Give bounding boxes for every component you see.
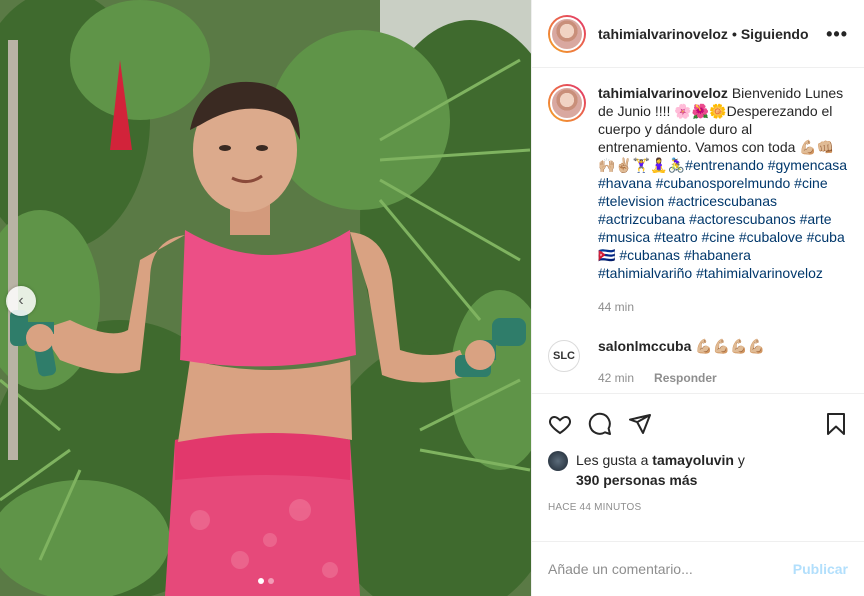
carousel-dot xyxy=(267,578,274,584)
avatar[interactable] xyxy=(548,14,586,53)
hashtag-link[interactable]: #tahimialvarinoveloz xyxy=(696,265,823,281)
hashtag-link[interactable]: #television xyxy=(598,193,664,209)
chevron-left-icon: ‹ xyxy=(18,292,24,309)
profile-picture xyxy=(550,86,584,120)
hashtag-link[interactable]: #cine xyxy=(794,175,827,191)
fitness-photo-illustration xyxy=(0,0,531,596)
post-photo[interactable]: ‹ xyxy=(0,0,531,596)
like-heart-icon[interactable] xyxy=(548,412,572,436)
caption-body: tahimialvarinoveloz Bienvenido Lunes de … xyxy=(598,84,848,316)
avatar[interactable] xyxy=(548,84,586,122)
liker-username[interactable]: tamayoluvin xyxy=(652,452,734,468)
add-comment-bar: Publicar xyxy=(532,541,864,596)
commenter-avatar[interactable]: SLC xyxy=(548,340,580,372)
action-bar xyxy=(548,404,848,444)
caption-timestamp[interactable]: 44 min xyxy=(598,298,848,316)
post-header: tahimialvarinoveloz • Siguiendo ••• xyxy=(532,0,864,68)
save-bookmark-icon[interactable] xyxy=(824,412,848,436)
hashtag-link[interactable]: #tahimialvariño xyxy=(598,265,692,281)
comment-timestamp[interactable]: 42 min xyxy=(598,371,634,385)
likes-summary: Les gusta a tamayoluvin y 390 personas m… xyxy=(548,450,848,490)
likes-text: Les gusta a tamayoluvin y 390 personas m… xyxy=(576,450,745,490)
post-timestamp[interactable]: HACE 44 MINUTOS xyxy=(548,502,848,513)
hashtag-link[interactable]: #entrenando xyxy=(685,157,764,173)
hashtag-link[interactable]: #cine xyxy=(702,229,735,245)
profile-picture xyxy=(550,16,584,51)
post-details-panel: tahimialvarinoveloz • Siguiendo ••• tahi… xyxy=(531,0,864,596)
hashtag-link[interactable]: #cubanosporelmundo xyxy=(656,175,791,191)
hashtag-link[interactable]: #teatro xyxy=(654,229,698,245)
hashtag-link[interactable]: #havana xyxy=(598,175,652,191)
caption: tahimialvarinoveloz Bienvenido Lunes de … xyxy=(548,84,848,316)
hashtag-link[interactable]: #habanera xyxy=(684,247,751,263)
hashtag-link[interactable]: #cubalove xyxy=(739,229,803,245)
likes-conjunction: y xyxy=(737,452,745,468)
caption-username[interactable]: tahimialvarinoveloz xyxy=(598,85,728,101)
liker-avatar[interactable] xyxy=(548,451,568,471)
comment-meta: 42 min Responder xyxy=(598,371,765,385)
hashtag-link[interactable]: #actricescubanas xyxy=(668,193,777,209)
comments-section[interactable]: tahimialvarinoveloz Bienvenido Lunes de … xyxy=(532,68,864,393)
publish-button[interactable]: Publicar xyxy=(793,561,848,577)
carousel-indicator xyxy=(0,578,531,584)
hashtag-link[interactable]: #musica xyxy=(598,229,650,245)
share-paper-plane-icon[interactable] xyxy=(628,412,652,436)
comment-username[interactable]: salonlmccuba xyxy=(598,338,691,354)
header-username[interactable]: tahimialvarinoveloz xyxy=(598,26,728,42)
instagram-post: ‹ tahimialvarinoveloz • Siguiendo ••• ta… xyxy=(0,0,864,596)
previous-photo-button[interactable]: ‹ xyxy=(6,286,36,316)
likes-prefix: Les gusta a xyxy=(576,452,649,468)
comment-body: salonlmccuba 💪🏼💪🏼💪🏼💪🏼 42 min Responder xyxy=(598,338,765,385)
comment-input[interactable] xyxy=(548,561,793,577)
reply-button[interactable]: Responder xyxy=(654,371,717,385)
separator-dot: • xyxy=(731,25,737,42)
comment-item: SLC salonlmccuba 💪🏼💪🏼💪🏼💪🏼 42 min Respond… xyxy=(548,338,848,385)
more-options-icon[interactable]: ••• xyxy=(826,25,848,43)
comment-bubble-icon[interactable] xyxy=(588,412,612,436)
post-actions: Les gusta a tamayoluvin y 390 personas m… xyxy=(532,393,864,541)
hashtag-link[interactable]: #gymencasa xyxy=(768,157,847,173)
hashtag-link[interactable]: #actrizcubana xyxy=(598,211,685,227)
likes-count-link[interactable]: 390 personas más xyxy=(576,472,697,488)
carousel-dot xyxy=(257,578,264,584)
hashtag-link[interactable]: #cubanas xyxy=(619,247,680,263)
comment-text: 💪🏼💪🏼💪🏼💪🏼 xyxy=(695,338,765,354)
following-button[interactable]: Siguiendo xyxy=(741,26,809,42)
hashtag-link[interactable]: #arte xyxy=(800,211,832,227)
hashtag-link[interactable]: #actorescubanos xyxy=(689,211,796,227)
hashtag-list: #entrenando #gymencasa #havana #cubanosp… xyxy=(598,157,847,281)
